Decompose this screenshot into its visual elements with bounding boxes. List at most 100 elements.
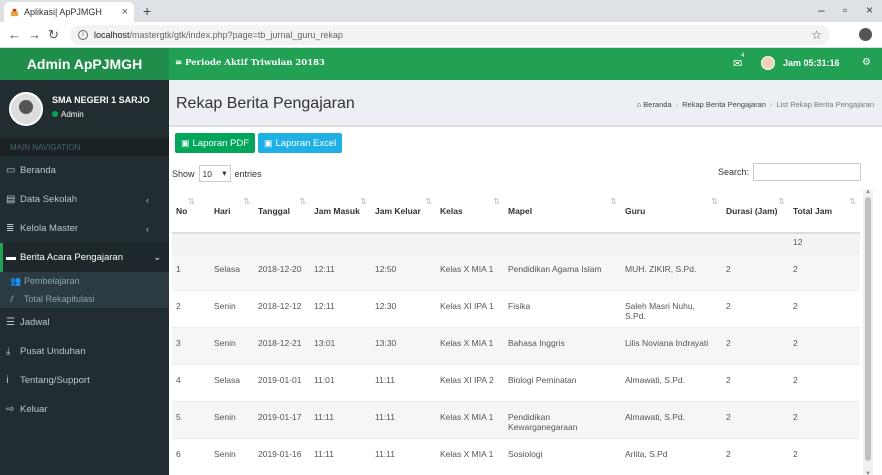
sidebar-item-label: Jadwal xyxy=(20,317,50,328)
scrollbar-thumb[interactable] xyxy=(865,197,871,461)
cell-tanggal: 2019-01-16 xyxy=(254,437,310,474)
cell-jam-keluar: 11:11 xyxy=(371,437,436,474)
cell-tanggal: 2018-12-21 xyxy=(254,326,310,364)
cell-kelas: Kelas X MIA 1 xyxy=(436,400,504,438)
active-period[interactable]: ≡ Periode Aktif Triwulan 20183 xyxy=(175,58,325,68)
cell-durasi: 2 xyxy=(722,326,789,364)
app-logo[interactable]: Admin ApPJMGH xyxy=(0,48,169,80)
col-header-kelas[interactable]: Kelas ⇅ xyxy=(436,189,504,234)
reload-icon[interactable]: ↻ xyxy=(48,27,59,43)
user-role-label: Admin xyxy=(61,110,84,119)
table-scrollbar[interactable]: ▲ ▼ xyxy=(863,189,873,475)
breadcrumb-mid[interactable]: Rekap Berita Pengajaran xyxy=(682,100,766,109)
cell-hari: Senin xyxy=(210,289,254,327)
maximize-icon[interactable]: ▫ xyxy=(843,3,847,17)
header-label: Jam Keluar xyxy=(375,205,421,216)
sidebar-item-keluar[interactable]: ⇨ Keluar xyxy=(0,395,169,424)
cell-mapel: Bahasa Inggris xyxy=(504,326,621,364)
profile-icon[interactable] xyxy=(859,28,872,41)
sidebar-subitem-total-rekapitulasi[interactable]: ⫽ Total Rekapitulasi xyxy=(0,290,169,308)
table-row: 4 Selasa 2019-01-01 11:01 11:11 Kelas XI… xyxy=(172,363,860,401)
show-label: Show xyxy=(172,168,195,179)
cell-guru: Almawati, S.Pd. xyxy=(621,363,722,401)
back-icon[interactable]: ← xyxy=(8,27,21,42)
cell-total: 2 xyxy=(789,252,860,290)
entries-select[interactable]: 10 ▾ xyxy=(198,165,231,182)
url-path: /mastergtk/gtk/index.php?page=tb_jurnal_… xyxy=(129,30,343,40)
breadcrumb-home[interactable]: Beranda xyxy=(643,100,671,109)
cell-jam-keluar: 11:11 xyxy=(371,400,436,438)
cell-jam-masuk: 11:11 xyxy=(310,437,371,474)
table-row: 2 Senin 2018-12-12 12:11 12:30 Kelas XI … xyxy=(172,289,860,327)
list-icon: ☰ xyxy=(6,317,15,328)
close-window-icon[interactable]: × xyxy=(866,3,873,17)
col-header-jam-masuk[interactable]: Jam Masuk ⇅ xyxy=(310,189,371,234)
sort-icon: ⇅ xyxy=(778,197,785,206)
col-header-jam-keluar[interactable]: Jam Keluar ⇅ xyxy=(371,189,436,234)
user-avatar[interactable] xyxy=(761,56,775,70)
browser-tab[interactable]: Aplikasi| ApPJMGH × xyxy=(4,2,134,22)
minimize-icon[interactable]: – xyxy=(818,3,825,17)
download-icon: ⤓ xyxy=(6,346,11,357)
cell-total: 2 xyxy=(789,326,860,364)
cell-jam-masuk: 11:01 xyxy=(310,363,371,401)
col-header-total-jam[interactable]: Total Jam ⇅ xyxy=(789,189,860,234)
cell-no: 3 xyxy=(172,326,210,364)
info-icon: ⅰ xyxy=(6,375,9,386)
url-input[interactable]: i localhost/mastergtk/gtk/index.php?page… xyxy=(70,25,830,45)
breadcrumb: ⌂ Beranda › Rekap Berita Pengajaran › List R… xyxy=(637,100,874,109)
sidebar-item-tentang-support[interactable]: ⅰ Tentang/Support xyxy=(0,366,169,395)
sidebar-subitem-pembelajaran[interactable]: 👥 Pembelajaran xyxy=(0,272,169,290)
col-header-hari[interactable]: Hari ⇅ xyxy=(210,189,254,234)
cell-tanggal: 2019-01-17 xyxy=(254,400,310,438)
entries-label: entries xyxy=(234,168,262,179)
book-icon: ▤ xyxy=(6,194,16,205)
mail-icon[interactable]: ✉ 4 xyxy=(733,53,744,70)
bookmark-star-icon[interactable]: ☆ xyxy=(811,28,822,42)
menu-bars-icon[interactable]: ≡ xyxy=(175,58,185,68)
col-header-no[interactable]: No ⇅ xyxy=(172,189,210,234)
sort-icon: ⇅ xyxy=(425,197,432,206)
sidebar-item-berita-acara[interactable]: ▬ Berita Acara Pengajaran ⌄ xyxy=(0,243,169,272)
sidebar-item-kelola-master[interactable]: ≣ Kelola Master ‹ xyxy=(0,214,169,243)
user-name: SMA NEGERI 1 SARJO xyxy=(52,95,150,105)
sidebar-item-beranda[interactable]: ▭ Beranda xyxy=(0,156,169,185)
cell-durasi: 2 xyxy=(722,400,789,438)
new-tab-icon[interactable]: + xyxy=(143,3,151,19)
forward-icon[interactable]: → xyxy=(28,27,41,42)
cell-hari: Senin xyxy=(210,437,254,474)
header-label: Mapel xyxy=(508,205,533,216)
cell-mapel: Sosiologi xyxy=(504,437,621,474)
col-header-durasi[interactable]: Durasi (Jam) ⇅ xyxy=(722,189,789,234)
sidebar-item-pusat-unduhan[interactable]: ⤓ Pusat Unduhan xyxy=(0,337,169,366)
signout-icon: ⇨ xyxy=(6,404,15,415)
header-label: Tanggal xyxy=(258,205,290,216)
scroll-up-icon[interactable]: ▲ xyxy=(865,189,871,195)
cell-durasi: 2 xyxy=(722,437,789,474)
tab-close-icon[interactable]: × xyxy=(122,6,128,18)
laporan-pdf-button[interactable]: ▣ Laporan PDF xyxy=(175,133,256,153)
sidebar-item-jadwal[interactable]: ☰ Jadwal xyxy=(0,308,169,337)
laporan-excel-button[interactable]: ▣ Laporan Excel xyxy=(258,133,343,153)
school-avatar xyxy=(9,92,43,126)
cell-total: 2 xyxy=(789,437,860,474)
scroll-down-icon[interactable]: ▼ xyxy=(865,471,871,475)
search-input[interactable] xyxy=(753,163,862,181)
header-label: Guru xyxy=(625,205,646,216)
sidebar-item-data-sekolah[interactable]: ▤ Data Sekolah ‹ xyxy=(0,185,169,214)
sidebar-item-label: Keluar xyxy=(20,404,48,415)
chevron-left-icon: ‹ xyxy=(146,194,149,205)
cell-mapel: Biologi Peminatan xyxy=(504,363,621,401)
cell-no: 4 xyxy=(172,363,210,401)
info-icon[interactable]: i xyxy=(78,30,88,40)
cell-kelas: Kelas X MIA 1 xyxy=(436,326,504,364)
settings-cogs-icon[interactable]: ⚙ xyxy=(862,57,871,68)
sort-asc-icon: ⇅ xyxy=(188,197,195,206)
sidebar-item-label: Berita Acara Pengajaran xyxy=(20,252,123,263)
sort-icon: ⇅ xyxy=(849,197,856,206)
cell-mapel: Pendidikan Agama Islam xyxy=(504,252,621,290)
period-label: Periode Aktif Triwulan 20183 xyxy=(185,58,325,68)
col-header-tanggal[interactable]: Tanggal ⇅ xyxy=(254,189,310,234)
col-header-mapel[interactable]: Mapel ⇅ xyxy=(504,189,621,234)
col-header-guru[interactable]: Guru ⇅ xyxy=(621,189,722,234)
